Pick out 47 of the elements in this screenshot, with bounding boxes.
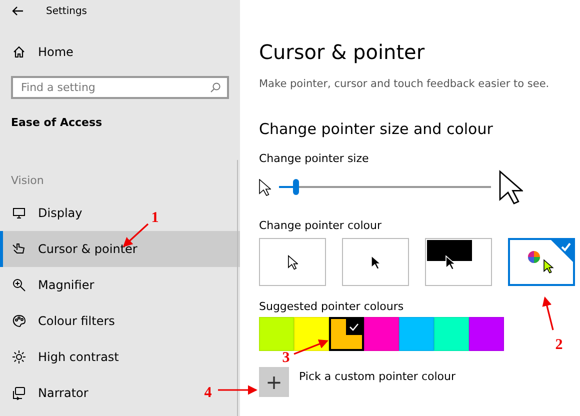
annotation-number: 1 [151,210,159,226]
page-title: Cursor & pointer [259,40,426,64]
sidebar-item[interactable]: Narrator [0,375,100,411]
outline-pointer-icon [288,254,298,270]
hand-icon [12,242,26,256]
back-icon[interactable] [12,6,24,16]
home-link[interactable]: Home [0,34,240,70]
section-label: Vision [11,174,45,187]
home-icon [12,45,26,59]
window-title: Settings [46,6,88,16]
colour-swatch[interactable] [329,317,364,351]
annotation-number: 3 [282,350,290,366]
annotation-arrow [294,339,328,355]
check-corner-icon [346,319,362,335]
sidebar-item[interactable]: Display [0,195,94,231]
slider-label: Change pointer size [259,152,370,165]
category-title: Ease of Access [11,116,104,129]
magnifier-icon [12,278,26,292]
check-corner-icon [551,240,573,262]
large-pointer-icon [499,170,523,204]
add-colour-button[interactable]: + [259,367,289,397]
annotation-arrow [218,385,258,395]
sidebar-item[interactable]: Colour filters [0,303,127,339]
sidebar-item[interactable]: Magnifier [0,267,106,303]
suggested-label: Suggested pointer colours [259,300,405,313]
solid-pointer-icon [370,254,380,270]
monitor-icon [12,206,26,220]
colour-label: Change pointer colour [259,219,383,232]
sidebar-item[interactable]: Cursor & pointer [0,231,240,267]
sidebar-item[interactable]: High contrast [0,339,131,375]
colour-wheel-pointer-drawing [526,250,556,274]
annotation-number: 4 [204,385,212,401]
inverted-pointer-option[interactable] [425,238,492,286]
custom-colour-label: Pick a custom pointer colour [299,370,456,383]
narrator-icon [12,386,26,400]
annotation-number: 2 [555,337,563,353]
sun-icon [12,350,26,364]
slider-thumb[interactable] [292,179,299,195]
small-pointer-icon [259,178,271,196]
search-field[interactable]: Find a setting [11,76,229,99]
page-description: Make pointer, cursor and touch feedback easier to see. [259,78,550,90]
size-slider[interactable] [279,179,491,195]
custom-pointer-option[interactable] [508,238,575,286]
annotation-arrow [542,296,554,330]
search-icon [210,82,221,93]
section-heading: Change pointer size and colour [259,120,494,138]
palette-icon [12,314,26,328]
